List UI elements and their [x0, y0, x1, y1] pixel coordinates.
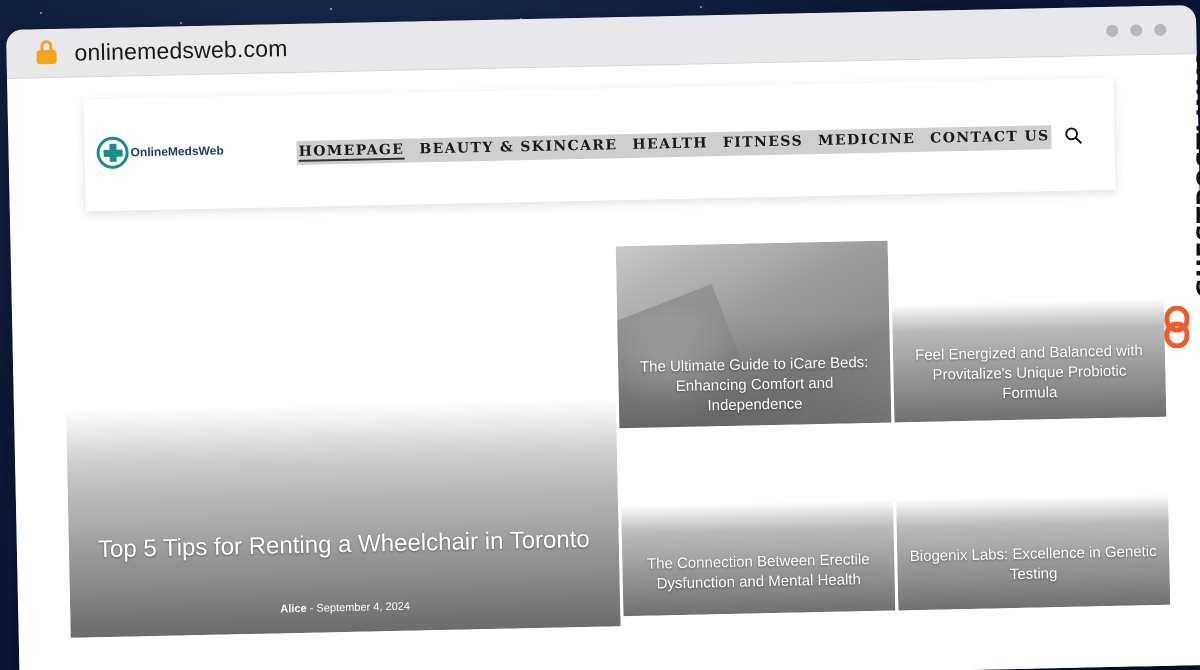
- article-title[interactable]: Biogenix Labs: Excellence in Genetic Tes…: [909, 542, 1158, 587]
- nav-contact-us[interactable]: CONTACT US: [930, 128, 1050, 148]
- nav-health[interactable]: HEALTH: [632, 135, 708, 155]
- guestpostlinks-watermark: GUESTPOSTLINKS: [1158, 50, 1200, 358]
- article-title[interactable]: The Connection Between Erectile Dysfunct…: [634, 550, 883, 595]
- chain-link-icon: [1164, 306, 1190, 348]
- meta-separator: -: [309, 602, 314, 615]
- main-nav: HOMEPAGE BEAUTY & SKINCARE HEALTH FITNES…: [296, 125, 1052, 165]
- article-title[interactable]: The Ultimate Guide to iCare Beds: Enhanc…: [630, 353, 879, 418]
- search-icon[interactable]: [1064, 126, 1082, 144]
- article-date: September 4, 2024: [316, 600, 411, 615]
- window-controls: [1106, 23, 1167, 37]
- window-dot[interactable]: [1130, 24, 1143, 37]
- article-author[interactable]: Alice: [280, 603, 307, 616]
- logo-cross-icon: [96, 136, 129, 170]
- article-card[interactable]: Feel Energized and Balanced with Provita…: [890, 234, 1167, 423]
- window-dot[interactable]: [1154, 23, 1167, 36]
- article-card[interactable]: The Connection Between Erectile Dysfunct…: [619, 425, 896, 617]
- article-card[interactable]: The Ultimate Guide to iCare Beds: Enhanc…: [615, 240, 892, 429]
- watermark-text: GUESTPOSTLINKS: [1192, 49, 1200, 298]
- site-header: OnlineMedsWeb HOMEPAGE BEAUTY & SKINCARE…: [83, 77, 1116, 212]
- url-text[interactable]: onlinemedsweb.com: [74, 35, 288, 66]
- site-logo[interactable]: OnlineMedsWeb: [96, 134, 224, 170]
- nav-medicine[interactable]: MEDICINE: [818, 131, 916, 151]
- logo-text: OnlineMedsWeb: [130, 143, 224, 160]
- article-card[interactable]: Biogenix Labs: Excellence in Genetic Tes…: [894, 419, 1171, 611]
- lock-icon: [36, 40, 57, 66]
- nav-beauty-skincare[interactable]: BEAUTY & SKINCARE: [419, 137, 617, 159]
- window-dot[interactable]: [1106, 24, 1119, 37]
- nav-homepage[interactable]: HOMEPAGE: [298, 141, 405, 162]
- article-title[interactable]: Feel Energized and Balanced with Provita…: [905, 341, 1154, 406]
- featured-article-card[interactable]: Top 5 Tips for Renting a Wheelchair in T…: [62, 246, 621, 638]
- website-content: OnlineMedsWeb HOMEPAGE BEAUTY & SKINCARE…: [7, 54, 1200, 670]
- browser-window: onlinemedsweb.com OnlineMedsWeb HOMEPAGE…: [6, 5, 1200, 670]
- nav-fitness[interactable]: FITNESS: [723, 133, 803, 153]
